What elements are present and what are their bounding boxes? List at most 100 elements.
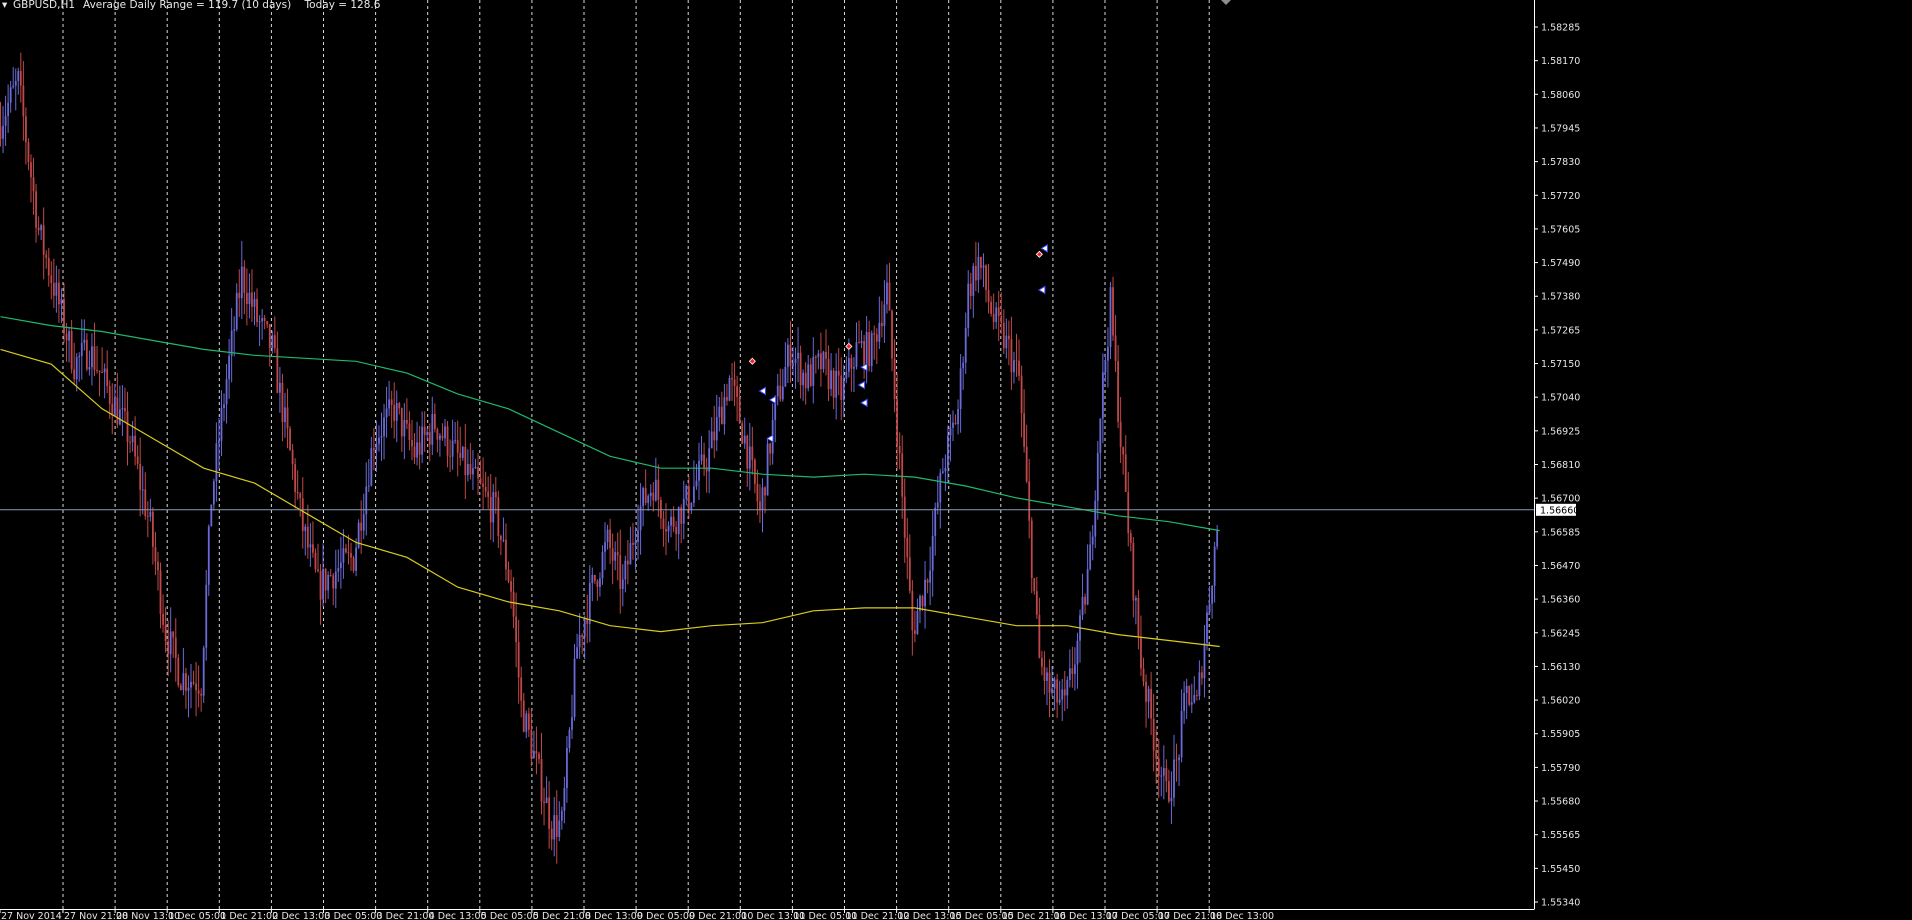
candle-body [731,378,733,380]
candle-body [1041,657,1043,667]
candle-body [484,486,487,492]
candle-body [126,411,129,442]
candle-body [375,443,378,451]
candle-body [726,397,728,401]
candle-body [1185,685,1188,694]
candle-body [451,440,454,457]
candle-body [1007,335,1010,340]
candle-body [235,292,238,330]
candle-body [992,313,995,322]
candle-body [124,408,126,412]
candle-body [563,788,566,811]
candle-body [847,358,850,372]
candle-body [1206,612,1208,644]
candle-body [934,507,937,536]
candle-body [291,449,294,465]
price-tick-label: 1.56245 [1541,628,1580,639]
candle-body [822,351,825,370]
candle-body [510,581,512,592]
candle-body [1201,672,1203,679]
price-tick-label: 1.57945 [1541,123,1580,134]
candle-body [601,551,604,579]
candle-body [42,225,45,255]
candle-body [609,529,611,549]
candle-body [83,339,86,344]
candle-body [929,570,932,583]
candle-body [662,518,665,530]
candle-body [192,681,195,684]
buy-marker [1037,285,1046,295]
candle-body [482,483,484,487]
candle-body [1002,322,1005,349]
candle-body [916,610,919,634]
candle-body [972,266,975,296]
candle-body [159,570,162,614]
candle-body [477,466,479,479]
candle-body [599,578,601,587]
candle-body [116,397,119,425]
candle-body [418,442,421,455]
candle-body [642,487,645,507]
candle-body [1175,759,1178,761]
candle-body [682,498,685,524]
time-tick-label: 4 Dec 13:00 [429,911,487,920]
price-tick-label: 1.55450 [1541,864,1580,875]
candle-body [840,375,843,400]
candle-body [7,102,10,116]
candle-body [32,177,35,192]
candle-body [4,115,7,126]
candle-body [360,522,363,531]
candle-body [1058,699,1061,703]
price-tick-label: 1.55565 [1541,830,1580,841]
candle-body [1000,315,1003,323]
candle-body [1107,346,1109,361]
ma-slow-line [0,316,1220,532]
candle-body [931,535,934,571]
candle-body [634,541,637,545]
candle-body [1155,750,1158,759]
candle-body [1020,375,1023,414]
price-chart[interactable]: 1.58285 1.58170 1.58060 1.57945 1.57830 1.577… [0,0,1912,920]
candle-body [629,543,632,565]
candle-body [703,454,705,469]
sell-marker [1035,250,1043,258]
candle-body [868,332,871,366]
candle-body [152,511,154,547]
time-tick-label: 18 Dec 13:00 [1210,911,1274,920]
candle-body [619,555,622,589]
candle-body [1094,500,1097,537]
candle-body [853,366,855,369]
price-tick-label: 1.57605 [1541,224,1580,235]
candle-body [891,310,893,359]
candle-body [1152,718,1155,751]
candle-body [167,641,170,655]
candle-body [545,797,548,804]
candle-body [941,471,944,473]
candle-body [378,437,380,444]
candle-body [926,579,929,583]
candle-body [75,357,78,380]
candle-body [583,619,586,637]
candle-body [144,489,147,517]
candle-body [169,631,172,655]
candle-body [901,453,904,497]
candle-body [820,353,822,370]
candle-body [449,455,451,457]
candle-body [525,713,528,732]
candle-body [177,657,180,686]
candle-body [1033,578,1036,592]
candle-body [253,298,256,307]
candle-body [530,729,533,759]
candle-body [1025,446,1028,482]
candle-body [220,407,223,441]
candle-body [1178,757,1180,760]
candle-body [967,283,970,329]
candle-body [962,362,965,369]
candle-body [403,419,406,437]
candle-body [1035,591,1038,615]
candle-body [35,191,37,228]
candle-body [939,472,942,503]
candle-body [759,501,761,510]
candle-body [914,630,916,634]
candle-body [748,446,751,469]
